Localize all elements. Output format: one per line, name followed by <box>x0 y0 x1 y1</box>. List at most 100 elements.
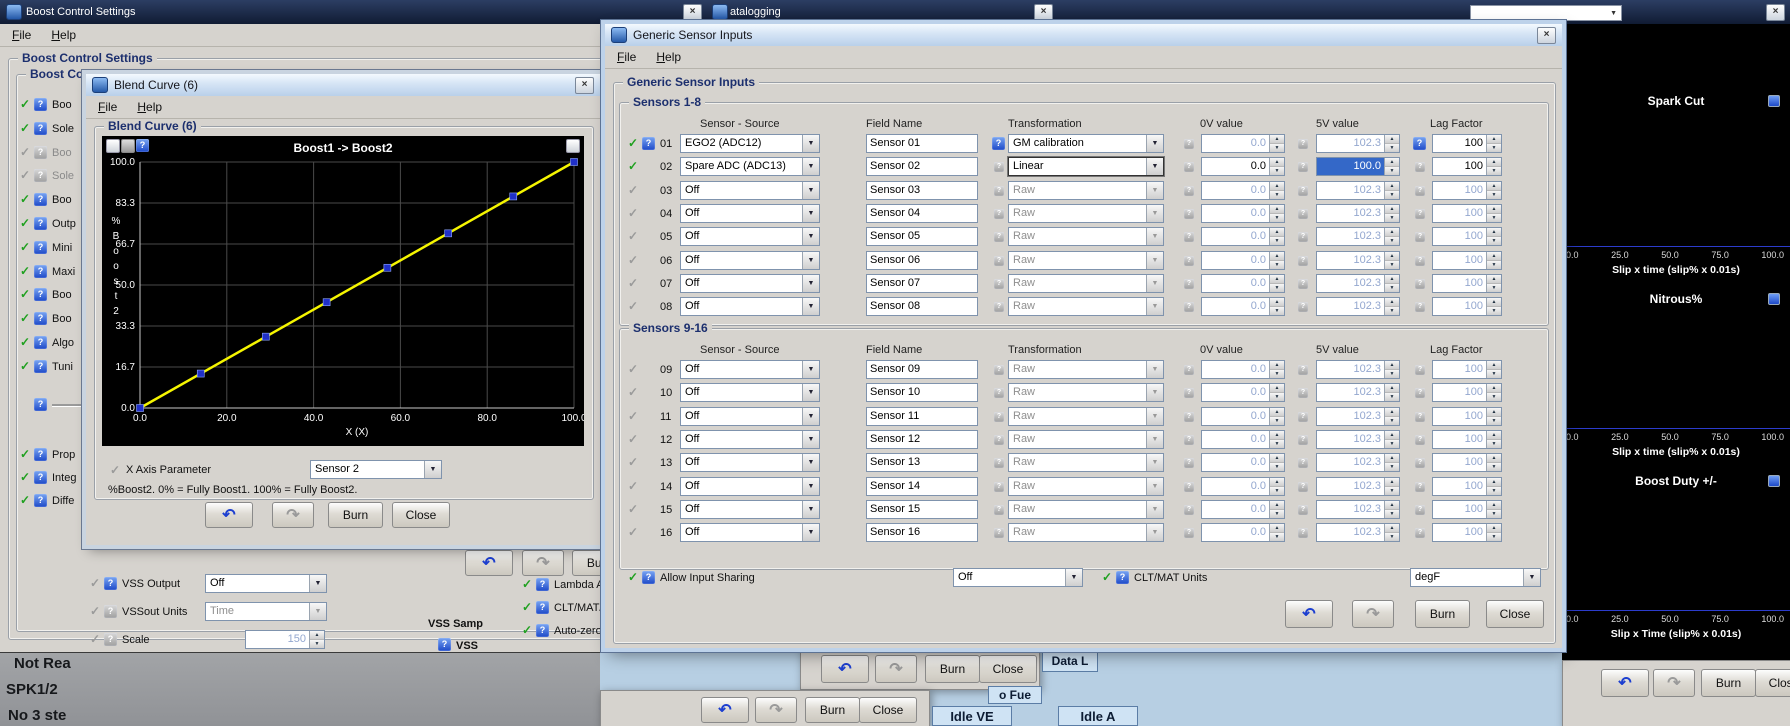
lag-help-icon[interactable]: ? <box>1415 279 1425 289</box>
v5-help-icon[interactable]: ? <box>1298 482 1308 492</box>
v5-value-spinner[interactable]: 102.3▲▼ <box>1316 477 1400 496</box>
v5-help-icon[interactable]: ? <box>1298 256 1308 266</box>
field-name-input[interactable]: Sensor 15 <box>866 500 978 519</box>
close-button[interactable]: × <box>575 77 594 94</box>
v0-help-icon[interactable]: ? <box>1184 365 1194 375</box>
menu-help[interactable]: Help <box>656 50 681 64</box>
vss-scale-spinner-up-icon[interactable]: ▲ <box>310 631 324 640</box>
transformation-select-arrow[interactable]: ▼ <box>1146 384 1163 401</box>
lag-factor-spinner[interactable]: 100▲▼ <box>1432 500 1502 519</box>
sensor-source-select[interactable]: Off▼ <box>680 453 820 472</box>
clt-mat-units-select[interactable]: degF▼ <box>1410 568 1541 587</box>
v0-value-spinner[interactable]: 0.0▲▼ <box>1201 181 1285 200</box>
field-name-input[interactable]: Sensor 09 <box>866 360 978 379</box>
lag-factor-spinner[interactable]: 100▲▼ <box>1432 297 1502 316</box>
lag-factor-spinner[interactable]: 100▲▼ <box>1432 181 1502 200</box>
transformation-select[interactable]: Raw▼ <box>1008 251 1164 270</box>
v5-value-spinner-up-icon[interactable]: ▲ <box>1385 298 1399 307</box>
undo-button[interactable]: ↶ <box>205 502 253 528</box>
v5-value-spinner-up-icon[interactable]: ▲ <box>1385 182 1399 191</box>
v0-value-spinner[interactable]: 0.0▲▼ <box>1201 204 1285 223</box>
field-name-input[interactable]: Sensor 03 <box>866 181 978 200</box>
v5-value-spinner[interactable]: 102.3▲▼ <box>1316 453 1400 472</box>
v5-value-spinner-up-icon[interactable]: ▲ <box>1385 205 1399 214</box>
sensor-source-select-arrow[interactable]: ▼ <box>802 298 819 315</box>
lag-factor-spinner-up-icon[interactable]: ▲ <box>1487 182 1501 191</box>
tab-data-logging[interactable]: Data L <box>1042 650 1098 672</box>
v5-value-spinner-down-icon[interactable]: ▼ <box>1385 417 1399 425</box>
sensor-enable-check[interactable]: ✓ <box>628 300 641 313</box>
v0-value-spinner-up-icon[interactable]: ▲ <box>1270 454 1284 463</box>
sensor-source-select[interactable]: Off▼ <box>680 523 820 542</box>
sensor-enable-check[interactable]: ✓ <box>628 526 641 539</box>
clt-mat-units-select-arrow[interactable]: ▼ <box>1523 569 1540 586</box>
transformation-select[interactable]: Raw▼ <box>1008 500 1164 519</box>
sensor-enable-check[interactable]: ✓ <box>628 433 641 446</box>
transformation-help-icon[interactable]: ? <box>994 482 1004 492</box>
lag-factor-spinner-down-icon[interactable]: ▼ <box>1487 487 1501 495</box>
lag-factor-spinner-up-icon[interactable]: ▲ <box>1487 408 1501 417</box>
v0-value-spinner-up-icon[interactable]: ▲ <box>1270 135 1284 144</box>
transformation-select[interactable]: Raw▼ <box>1008 227 1164 246</box>
lag-help-icon[interactable]: ? <box>1415 482 1425 492</box>
lag-factor-spinner-up-icon[interactable]: ▲ <box>1487 158 1501 167</box>
v0-help-icon[interactable]: ? <box>1184 186 1194 196</box>
transformation-select[interactable]: Raw▼ <box>1008 453 1164 472</box>
transformation-help-icon[interactable]: ? <box>994 209 1004 219</box>
lag-factor-spinner-up-icon[interactable]: ▲ <box>1487 228 1501 237</box>
lag-factor-spinner-down-icon[interactable]: ▼ <box>1487 533 1501 541</box>
v5-value-spinner-up-icon[interactable]: ▲ <box>1385 408 1399 417</box>
v0-value-spinner[interactable]: 0.0▲▼ <box>1201 477 1285 496</box>
transformation-help-icon[interactable]: ? <box>994 256 1004 266</box>
transformation-select[interactable]: Raw▼ <box>1008 523 1164 542</box>
transformation-help-icon[interactable]: ? <box>994 528 1004 538</box>
v5-help-icon[interactable]: ? <box>1298 139 1308 149</box>
transformation-select-arrow[interactable]: ▼ <box>1146 454 1163 471</box>
transformation-select-arrow[interactable]: ▼ <box>1146 361 1163 378</box>
vss-row-select-arrow[interactable]: ▼ <box>309 575 326 592</box>
v5-value-spinner-down-icon[interactable]: ▼ <box>1385 261 1399 269</box>
field-name-input[interactable]: Sensor 02 <box>866 157 978 176</box>
sensor-source-select-arrow[interactable]: ▼ <box>802 135 819 152</box>
v0-value-spinner-up-icon[interactable]: ▲ <box>1270 478 1284 487</box>
v0-value-spinner-up-icon[interactable]: ▲ <box>1270 501 1284 510</box>
transformation-select[interactable]: Raw▼ <box>1008 407 1164 426</box>
v0-value-spinner-down-icon[interactable]: ▼ <box>1270 440 1284 448</box>
lag-help-icon[interactable]: ? <box>1415 388 1425 398</box>
v0-value-spinner-down-icon[interactable]: ▼ <box>1270 237 1284 245</box>
lag-help-icon[interactable]: ? <box>1415 458 1425 468</box>
v5-value-spinner[interactable]: 102.3▲▼ <box>1316 523 1400 542</box>
transformation-select-arrow[interactable]: ▼ <box>1146 408 1163 425</box>
lag-factor-spinner-up-icon[interactable]: ▲ <box>1487 205 1501 214</box>
close-button[interactable]: Close <box>1755 669 1790 697</box>
sensor-enable-check[interactable]: ✓ <box>628 207 641 220</box>
v5-value-spinner-up-icon[interactable]: ▲ <box>1385 158 1399 167</box>
v0-value-spinner-down-icon[interactable]: ▼ <box>1270 393 1284 401</box>
vss-scale-spinner[interactable]: 150▲▼ <box>245 630 325 649</box>
vss-row-help-icon[interactable]: ? <box>104 577 117 590</box>
v5-help-icon[interactable]: ? <box>1298 388 1308 398</box>
sensor-enable-check[interactable]: ✓ <box>628 160 641 173</box>
lag-factor-spinner-up-icon[interactable]: ▲ <box>1487 361 1501 370</box>
lag-help-icon[interactable]: ? <box>1415 435 1425 445</box>
sensor-source-select-arrow[interactable]: ▼ <box>802 501 819 518</box>
sensor-source-select[interactable]: Off▼ <box>680 227 820 246</box>
tab-idle-ve[interactable]: Idle VE <box>932 706 1012 726</box>
lag-help-icon[interactable]: ? <box>1415 505 1425 515</box>
lag-help-icon[interactable]: ? <box>1415 365 1425 375</box>
sensor-option-help-icon[interactable]: ? <box>536 578 549 591</box>
v5-value-spinner-up-icon[interactable]: ▲ <box>1385 524 1399 533</box>
lag-help-icon[interactable]: ? <box>1415 186 1425 196</box>
v0-value-spinner-up-icon[interactable]: ▲ <box>1270 384 1284 393</box>
sensor-source-select-arrow[interactable]: ▼ <box>802 431 819 448</box>
lag-factor-spinner-down-icon[interactable]: ▼ <box>1487 307 1501 315</box>
sensor-enable-check[interactable]: ✓ <box>628 410 641 423</box>
sensor-source-select-arrow[interactable]: ▼ <box>802 205 819 222</box>
transformation-help-icon[interactable]: ? <box>994 232 1004 242</box>
sensor-source-select-arrow[interactable]: ▼ <box>802 228 819 245</box>
sensor-source-select[interactable]: Off▼ <box>680 500 820 519</box>
v0-value-spinner-down-icon[interactable]: ▼ <box>1270 284 1284 292</box>
lag-factor-spinner[interactable]: 100▲▼ <box>1432 157 1502 176</box>
v5-value-spinner[interactable]: 102.3▲▼ <box>1316 204 1400 223</box>
v0-value-spinner-up-icon[interactable]: ▲ <box>1270 408 1284 417</box>
